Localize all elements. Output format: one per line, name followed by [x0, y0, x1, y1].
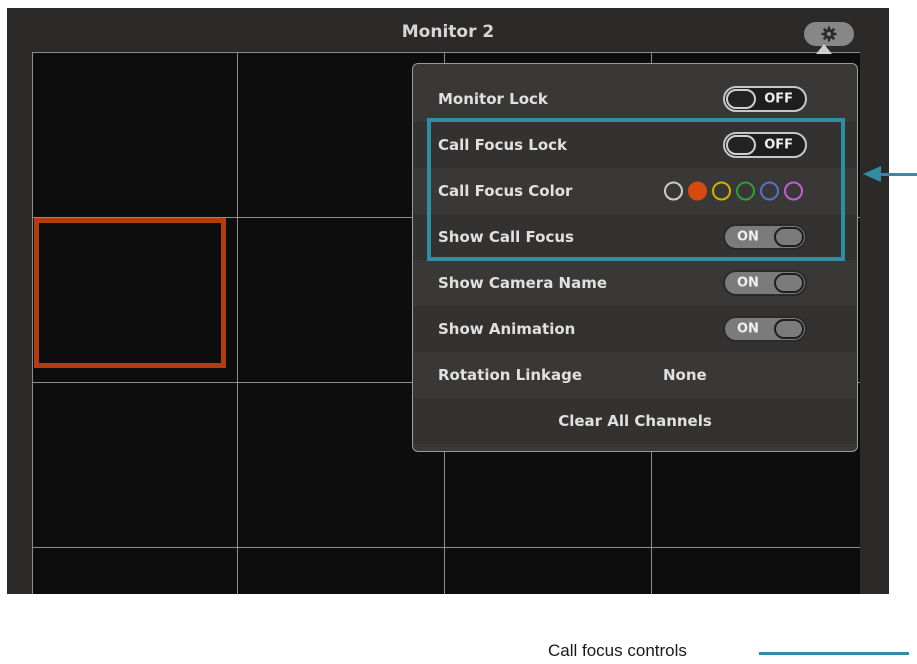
color-swatch[interactable] — [784, 181, 803, 201]
color-swatches — [664, 181, 803, 201]
toggle-state: ON — [737, 229, 759, 245]
settings-button[interactable] — [804, 22, 854, 46]
grid-line — [32, 547, 860, 548]
toggle-knob — [774, 273, 804, 293]
rotation-linkage-row: Rotation Linkage None — [414, 352, 856, 398]
show-camera-name-label: Show Camera Name — [438, 274, 608, 292]
show-call-focus-toggle[interactable]: ON — [723, 224, 807, 250]
color-swatch[interactable] — [664, 181, 683, 201]
monitor-lock-row: Monitor Lock OFF — [414, 76, 856, 122]
toggle-state: OFF — [764, 91, 793, 107]
toggle-knob — [726, 135, 756, 155]
color-swatch[interactable] — [712, 181, 731, 201]
grid-line — [237, 52, 238, 594]
show-animation-toggle[interactable]: ON — [723, 316, 807, 342]
grid-line — [32, 52, 860, 53]
grid-line — [32, 52, 33, 594]
panel-pointer — [816, 44, 832, 54]
toggle-state: OFF — [764, 137, 793, 153]
monitor-title: Monitor 2 — [401, 22, 495, 42]
rotation-linkage-label: Rotation Linkage — [438, 366, 583, 384]
show-call-focus-label: Show Call Focus — [438, 228, 574, 246]
caption-leader-line — [759, 652, 909, 655]
show-animation-row: Show Animation ON — [414, 306, 856, 352]
clear-all-row: Clear All Channels — [414, 398, 856, 444]
callout-arrow-line — [880, 173, 917, 176]
gear-icon — [821, 26, 837, 42]
toggle-state: ON — [737, 321, 759, 337]
call-focus-lock-label: Call Focus Lock — [438, 136, 568, 154]
monitor-lock-toggle[interactable]: OFF — [723, 86, 807, 112]
color-swatch[interactable] — [736, 181, 755, 201]
show-camera-name-row: Show Camera Name ON — [414, 260, 856, 306]
call-focus-lock-row: Call Focus Lock OFF — [414, 122, 856, 168]
toggle-knob — [774, 227, 804, 247]
toggle-knob — [726, 89, 756, 109]
toggle-knob — [774, 319, 804, 339]
call-focus-lock-toggle[interactable]: OFF — [723, 132, 807, 158]
monitor-lock-label: Monitor Lock — [438, 90, 548, 108]
clear-all-channels-button[interactable]: Clear All Channels — [414, 412, 856, 430]
color-swatch[interactable] — [760, 181, 779, 201]
color-swatch[interactable] — [688, 181, 707, 201]
show-animation-label: Show Animation — [438, 320, 576, 338]
call-focus-color-label: Call Focus Color — [438, 182, 573, 200]
callout-arrow-icon — [863, 166, 881, 182]
toggle-state: ON — [737, 275, 759, 291]
call-focus-cell[interactable] — [34, 218, 226, 368]
annotation-caption: Call focus controls — [548, 641, 687, 660]
call-focus-color-row: Call Focus Color — [414, 168, 856, 214]
show-camera-name-toggle[interactable]: ON — [723, 270, 807, 296]
rotation-linkage-value[interactable]: None — [663, 366, 707, 384]
settings-panel: Monitor Lock OFF Call Focus Lock OFF Cal… — [412, 63, 858, 452]
show-call-focus-row: Show Call Focus ON — [414, 214, 856, 260]
